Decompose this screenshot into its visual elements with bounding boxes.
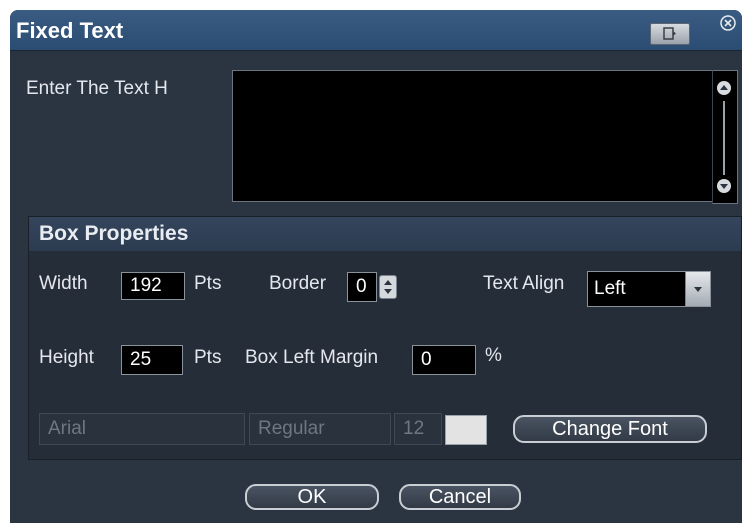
spinner-icon xyxy=(384,280,392,294)
text-align-value: Left xyxy=(594,278,626,299)
border-label: Border xyxy=(269,273,327,294)
height-field[interactable]: 25 xyxy=(121,345,183,375)
text-align-label: Text Align xyxy=(483,273,565,294)
left-margin-unit-label: % xyxy=(485,345,502,366)
title-bar[interactable]: Fixed Text xyxy=(10,10,742,51)
border-field[interactable]: 0 xyxy=(347,272,377,302)
text-scrollbar[interactable] xyxy=(712,70,738,204)
change-font-button[interactable]: Change Font xyxy=(513,415,707,443)
text-input-area[interactable] xyxy=(232,70,713,202)
height-unit-label: Pts xyxy=(194,347,222,368)
box-properties-title: Box Properties xyxy=(39,222,189,245)
font-color-swatch[interactable] xyxy=(445,415,487,445)
scroll-down-icon[interactable] xyxy=(717,179,731,193)
width-label: Width xyxy=(39,273,88,294)
chevron-down-icon[interactable] xyxy=(685,272,710,306)
height-label: Height xyxy=(39,347,94,368)
scroll-up-icon[interactable] xyxy=(717,81,731,95)
fixed-text-dialog: Fixed Text Enter The Text H Box Properti… xyxy=(10,10,742,523)
text-prompt-label: Enter The Text H xyxy=(26,78,168,99)
cancel-button[interactable]: Cancel xyxy=(399,484,521,510)
dialog-title: Fixed Text xyxy=(16,18,124,43)
close-icon[interactable] xyxy=(719,14,737,32)
font-size-field: 12 xyxy=(394,413,442,445)
box-properties-panel: Box Properties Width 192 Pts Border 0 Te… xyxy=(28,216,742,460)
left-margin-label: Box Left Margin xyxy=(245,347,379,368)
font-family-field: Arial xyxy=(39,413,245,445)
scroll-thumb[interactable] xyxy=(723,101,725,175)
window-restore-icon xyxy=(663,27,676,40)
ok-button[interactable]: OK xyxy=(245,484,379,510)
border-spinner[interactable] xyxy=(379,275,397,299)
box-properties-header: Box Properties xyxy=(29,217,741,251)
text-align-select[interactable]: Left xyxy=(587,271,711,307)
width-field[interactable]: 192 xyxy=(121,272,185,300)
left-margin-field[interactable]: 0 xyxy=(412,345,476,375)
font-style-field: Regular xyxy=(249,413,391,445)
window-restore-button[interactable] xyxy=(650,23,690,45)
width-unit-label: Pts xyxy=(194,273,222,294)
